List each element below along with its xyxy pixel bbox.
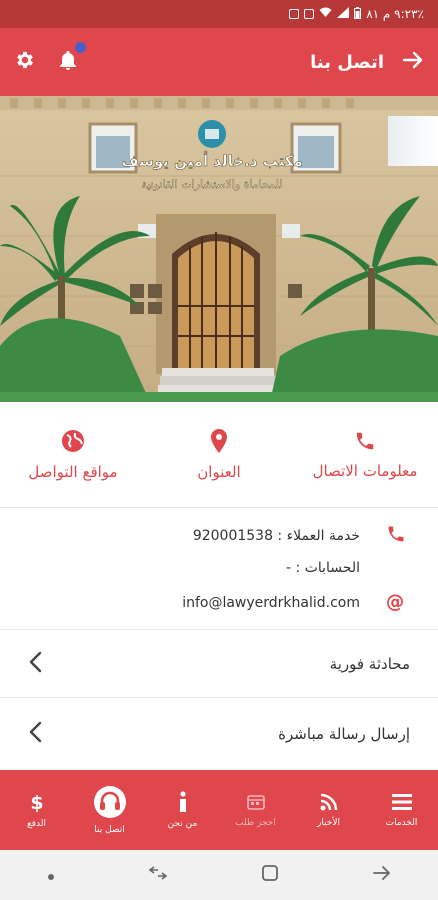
- nav-contact[interactable]: اتصل بنا: [73, 785, 146, 835]
- nav-booking-label: احجز طلب: [235, 818, 276, 828]
- notification-icon: [304, 9, 315, 19]
- bottom-navigation: الخدمات الأخبار احجز طلب من نحن اتصل بنا…: [0, 770, 438, 850]
- sign-subtitle: للمحاماة والاستشارات القانونية: [141, 178, 282, 191]
- live-chat-row[interactable]: محادثة فورية: [0, 630, 438, 698]
- battery-icon: [354, 6, 362, 22]
- customer-service-row[interactable]: خدمة العملاء : 920001538: [0, 521, 438, 551]
- svg-text:@: @: [386, 591, 404, 612]
- notifications-button[interactable]: [58, 42, 86, 75]
- headset-icon: [93, 786, 126, 818]
- app-bar-actions: [14, 42, 86, 75]
- sign-title: مكتب د.خالد أمين يوسف: [121, 151, 303, 170]
- address-label: العنوان: [197, 462, 241, 481]
- rss-icon: [320, 793, 337, 811]
- page-title: اتصل بنا: [310, 51, 384, 73]
- notification-badge: [75, 42, 86, 53]
- dollar-icon: $: [30, 792, 43, 813]
- direct-message-row[interactable]: إرسال رسالة مباشرة: [0, 698, 438, 770]
- direct-message-label: إرسال رسالة مباشرة: [278, 725, 410, 743]
- nav-booking[interactable]: احجز طلب: [219, 792, 292, 828]
- nav-payment-label: الدفع: [26, 819, 47, 829]
- chevron-left-icon: [28, 651, 42, 677]
- customer-service-text: خدمة العملاء : 920001538: [192, 528, 360, 544]
- contact-quick-actions: معلومات الاتصال العنوان مواقع التواصل: [0, 402, 438, 508]
- nav-about[interactable]: من نحن: [146, 791, 219, 829]
- accounts-row: الحسابات : -: [0, 553, 438, 583]
- social-tab[interactable]: مواقع التواصل: [0, 429, 146, 481]
- home-icon[interactable]: [261, 864, 279, 886]
- status-text: ٩:٢٣ م ٨١٪: [366, 7, 424, 21]
- contact-info-tab[interactable]: معلومات الاتصال: [292, 430, 438, 480]
- office-photo: مكتب د.خالد أمين يوسف للمحاماة والاستشار…: [0, 96, 438, 402]
- notification-icon: [289, 9, 300, 19]
- contact-info-label: معلومات الاتصال: [312, 461, 418, 480]
- phone-icon: [356, 432, 374, 449]
- nav-news-label: الأخبار: [317, 818, 341, 828]
- svg-text:$: $: [30, 792, 43, 813]
- back-arrow-icon[interactable]: [402, 51, 424, 73]
- at-sign-icon: @: [384, 590, 406, 616]
- address-tab[interactable]: العنوان: [146, 428, 292, 481]
- nav-services[interactable]: الخدمات: [365, 792, 438, 828]
- globe-icon: [62, 429, 84, 452]
- menu-icon: [391, 794, 412, 810]
- chevron-left-icon: [28, 721, 42, 747]
- nav-services-label: الخدمات: [385, 818, 418, 828]
- location-pin-icon: [211, 428, 227, 453]
- bell-icon: [60, 51, 76, 70]
- nav-payment[interactable]: $ الدفع: [0, 791, 73, 829]
- nav-news[interactable]: الأخبار: [292, 792, 365, 828]
- live-chat-label: محادثة فورية: [329, 654, 410, 673]
- status-icons: ٩:٢٣ م ٨١٪: [289, 6, 424, 22]
- email-text: info@lawyerdrkhalid.com: [182, 595, 360, 611]
- system-navigation-bar: [0, 850, 438, 900]
- app-bar-title-group: اتصل بنا: [310, 51, 424, 73]
- info-icon: [179, 791, 186, 812]
- contact-info-panel: خدمة العملاء : 920001538 الحسابات : - @ …: [0, 508, 438, 630]
- social-label: مواقع التواصل: [28, 462, 118, 481]
- dot-icon[interactable]: [47, 866, 55, 885]
- back-icon[interactable]: [372, 865, 392, 885]
- accounts-text: الحسابات : -: [286, 560, 360, 576]
- app-bar: اتصل بنا: [0, 28, 438, 96]
- recent-apps-icon[interactable]: [148, 865, 168, 885]
- booking-icon: [246, 795, 265, 810]
- status-bar: ٩:٢٣ م ٨١٪: [0, 0, 438, 28]
- gear-icon[interactable]: [14, 49, 36, 75]
- wifi-icon: [319, 7, 332, 21]
- signal-icon: [337, 7, 350, 21]
- phone-icon: [386, 524, 406, 548]
- nav-about-label: من نحن: [167, 819, 198, 829]
- nav-contact-label: اتصل بنا: [94, 825, 125, 835]
- email-row[interactable]: @ info@lawyerdrkhalid.com: [0, 588, 438, 618]
